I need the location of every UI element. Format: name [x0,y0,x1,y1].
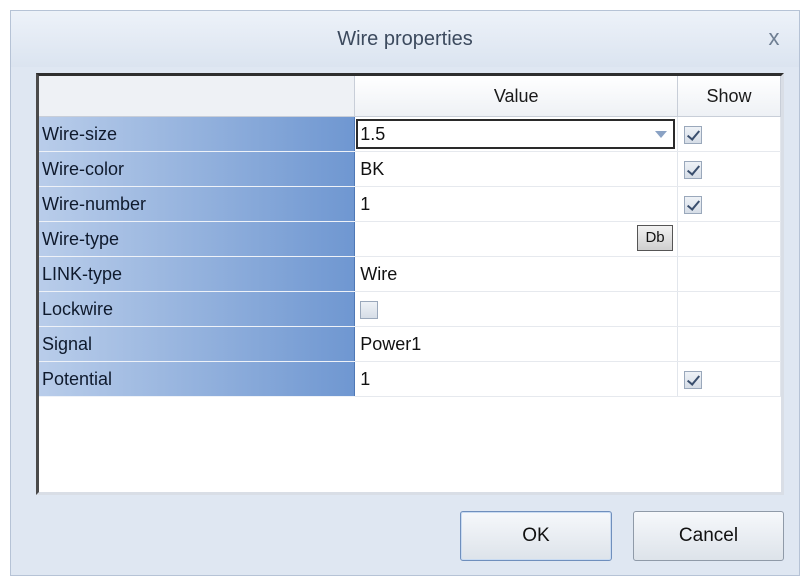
show-cell[interactable] [677,116,781,152]
value-column-header: Value [354,76,679,117]
property-name-potential: Potential [39,361,356,397]
show-checkbox[interactable] [684,160,703,179]
table-row: Wire-type Db [39,221,781,257]
dialog-title: Wire properties [337,28,473,50]
show-column-header: Show [677,76,781,117]
show-cell[interactable] [677,151,781,187]
ok-button[interactable]: OK [460,511,612,561]
property-name-wire-size: Wire-size [39,116,356,152]
show-cell [677,326,781,362]
table-row: Lockwire [39,291,781,327]
value-cell-wire-type[interactable]: Db [354,221,679,257]
table-row: Signal Power1 [39,326,781,362]
value-cell-signal[interactable]: Power1 [354,326,679,362]
property-column-header [39,76,356,117]
wire-size-dropdown[interactable]: 1.5 [356,119,676,149]
cancel-button[interactable]: Cancel [633,511,784,561]
property-name-signal: Signal [39,326,356,362]
value-cell-wire-color[interactable]: BK [354,151,679,187]
value-cell-lockwire[interactable] [354,291,679,327]
value-text: Wire [360,263,398,284]
lockwire-checkbox[interactable] [360,300,379,319]
show-cell [677,291,781,327]
show-cell [677,221,781,257]
wire-size-value: 1.5 [360,124,386,144]
property-grid: Value Show Wire-size 1.5 Wire-color BK Wire-… [36,73,784,495]
show-checkbox[interactable] [684,125,703,144]
show-cell[interactable] [677,361,781,397]
chevron-down-icon[interactable] [655,131,668,138]
property-name-lockwire: Lockwire [39,291,356,327]
value-text: 1 [360,368,371,389]
value-text: 1 [360,193,371,214]
table-row: Wire-color BK [39,151,781,187]
property-name-wire-color: Wire-color [39,151,356,187]
value-text: Power1 [360,333,422,354]
property-name-wire-number: Wire-number [39,186,356,222]
close-icon[interactable]: x [761,25,787,51]
value-cell-potential[interactable]: 1 [354,361,679,397]
wire-properties-dialog: Wire properties x Value Show Wire-size 1.… [10,10,800,576]
value-cell-link-type[interactable]: Wire [354,256,679,292]
table-row: LINK-type Wire [39,256,781,292]
value-cell-wire-number[interactable]: 1 [354,186,679,222]
show-cell[interactable] [677,186,781,222]
title-bar: Wire properties x [11,11,799,67]
table-row: Wire-size 1.5 [39,116,781,152]
table-row: Potential 1 [39,361,781,397]
property-table: Value Show Wire-size 1.5 Wire-color BK Wire-… [39,76,781,397]
value-text: BK [360,158,385,179]
value-cell-wire-size[interactable]: 1.5 [354,116,679,152]
table-row: Wire-number 1 [39,186,781,222]
property-name-link-type: LINK-type [39,256,356,292]
show-checkbox[interactable] [684,195,703,214]
show-checkbox[interactable] [684,370,703,389]
database-lookup-button[interactable]: Db [637,225,674,251]
property-name-wire-type: Wire-type [39,221,356,257]
show-cell [677,256,781,292]
